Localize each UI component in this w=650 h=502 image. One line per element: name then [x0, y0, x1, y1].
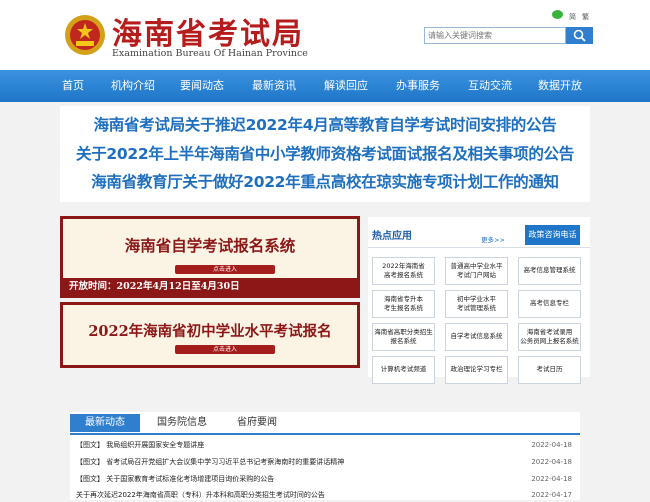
app-tile[interactable]: 海南省专升本 考生报名系统	[372, 290, 435, 318]
app-tile[interactable]: 初中学业水平 考试管理系统	[445, 290, 508, 318]
site-header: 海南省考试局 Examination Bureau Of Hainan Prov…	[0, 0, 650, 70]
banner-enter-button[interactable]: 点击进入	[175, 265, 275, 274]
national-emblem-icon	[65, 15, 105, 55]
app-tile[interactable]: 海南省高职分类招生 报名系统	[372, 323, 435, 351]
news-title[interactable]: 【图文】 关于国家教育考试标准化考场增建项目询价采购的公告	[76, 473, 274, 486]
headline-link[interactable]: 关于2022年上半年海南省中小学教师资格考试面试报名及相关事项的公告	[60, 142, 590, 164]
news-date: 2022-04-17	[531, 491, 572, 499]
hot-apps-title: 热点应用	[372, 231, 412, 242]
junior-high-exam-banner[interactable]: 2022年海南省初中学业水平考试报名 点击进入	[60, 302, 360, 368]
divider	[368, 247, 590, 248]
news-title[interactable]: 【图文】 我局组织开展国家安全专题讲座	[76, 439, 204, 452]
banner-open-time: 开放时间：2022年4月12日至4月30日	[63, 278, 357, 295]
app-tile[interactable]: 高考信息管理系统	[518, 257, 581, 285]
site-subtitle: Examination Bureau Of Hainan Province	[112, 48, 308, 59]
policy-hotline-button[interactable]: 政策咨询电话	[525, 225, 580, 245]
nav-latest[interactable]: 最新资讯	[242, 70, 306, 102]
tab-state-council[interactable]: 国务院信息	[144, 414, 220, 432]
nav-home[interactable]: 首页	[50, 70, 96, 102]
search-button[interactable]	[566, 27, 593, 44]
news-title[interactable]: 【图文】 省考试局召开党组扩大会议集中学习习近平总书记考察海南时的重要讲话精神	[76, 456, 344, 469]
headline-link[interactable]: 海南省教育厅关于做好2022年重点高校在琼实施专项计划工作的通知	[60, 170, 590, 192]
nav-about[interactable]: 机构介绍	[101, 70, 165, 102]
app-tile[interactable]: 高考信息专栏	[518, 290, 581, 318]
banner-title: 海南省自学考试报名系统	[124, 236, 296, 255]
tab-latest-news[interactable]: 最新动态	[70, 414, 140, 432]
app-tile[interactable]: 考试日历	[518, 356, 581, 384]
news-item[interactable]: 【图文】 省考试局召开党组扩大会议集中学习习近平总书记考察海南时的重要讲话精神 2…	[76, 456, 580, 469]
news-item[interactable]: 【图文】 关于国家教育考试标准化考场增建项目询价采购的公告 2022-04-18	[76, 473, 580, 486]
news-date: 2022-04-18	[531, 441, 572, 449]
app-tile[interactable]: 海南省考试录用 公务员网上报名系统	[518, 323, 581, 351]
news-title[interactable]: 关于再次延迟2022年海南省高职（专科）升本科和高职分类招生考试时间的公告	[76, 489, 325, 502]
news-date: 2022-04-18	[531, 458, 572, 466]
nav-interaction[interactable]: 互动交流	[458, 70, 522, 102]
app-tile[interactable]: 自学考试信息系统	[445, 323, 508, 351]
app-tile[interactable]: 2022年海南省 高考报名系统	[372, 257, 435, 285]
news-panel: 最新动态 国务院信息 省府要闻 【图文】 我局组织开展国家安全专题讲座 2022-…	[70, 412, 580, 500]
headline-panel: 海南省考试局关于推迟2022年4月高等教育自学考试时间安排的公告 关于2022年…	[60, 106, 590, 202]
site-title[interactable]: 海南省考试局	[112, 9, 304, 53]
search-icon	[573, 29, 586, 42]
banner-title: 2022年海南省初中学业水平考试报名	[88, 323, 332, 340]
headline-link[interactable]: 海南省考试局关于推迟2022年4月高等教育自学考试时间安排的公告	[60, 113, 590, 135]
hot-apps-panel: 热点应用 更多>> 政策咨询电话 2022年海南省 高考报名系统 普通高中学业水平…	[368, 217, 590, 384]
main-nav: 首页 机构介绍 要闻动态 最新资讯 解读回应 办事服务 互动交流 数据开放	[0, 70, 650, 102]
nav-services[interactable]: 办事服务	[386, 70, 450, 102]
more-link[interactable]: 更多>>	[481, 234, 505, 244]
app-tile[interactable]: 普通高中学业水平 考试门户网站	[445, 257, 508, 285]
wechat-icon[interactable]	[552, 10, 563, 19]
news-item[interactable]: 【图文】 我局组织开展国家安全专题讲座 2022-04-18	[76, 439, 580, 452]
nav-open-data[interactable]: 数据开放	[528, 70, 592, 102]
search-input[interactable]	[424, 27, 566, 44]
simplified-chinese-link[interactable]: 简	[569, 12, 576, 22]
app-tile[interactable]: 计算机考试频道	[372, 356, 435, 384]
tab-province-news[interactable]: 省府要闻	[222, 414, 292, 432]
nav-interpretation[interactable]: 解读回应	[314, 70, 378, 102]
news-item[interactable]: 关于再次延迟2022年海南省高职（专科）升本科和高职分类招生考试时间的公告 202…	[76, 489, 580, 502]
banner-enter-button[interactable]: 点击进入	[175, 345, 275, 354]
traditional-chinese-link[interactable]: 繁	[582, 12, 589, 22]
app-tile[interactable]: 政治理论学习专栏	[445, 356, 508, 384]
tab-underline	[70, 433, 580, 435]
nav-news[interactable]: 要闻动态	[170, 70, 234, 102]
self-study-exam-banner[interactable]: 海南省自学考试报名系统 点击进入 开放时间：2022年4月12日至4月30日	[60, 216, 360, 298]
news-date: 2022-04-18	[531, 475, 572, 483]
